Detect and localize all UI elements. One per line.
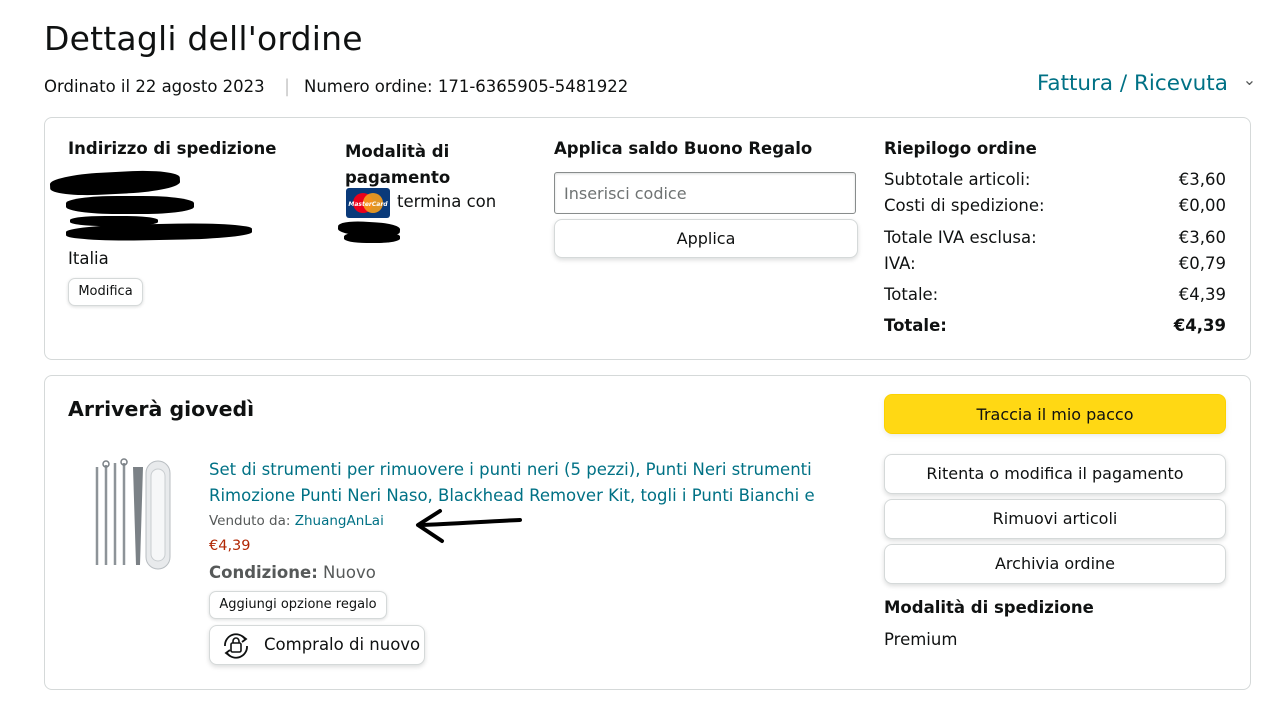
arrow-annotation-icon	[416, 509, 522, 543]
summary-row-value: €3,60	[1178, 170, 1226, 189]
product-title-link[interactable]: Set di strumenti per rimuovere i punti n…	[209, 457, 829, 509]
shipping-country: Italia	[68, 249, 109, 268]
mastercard-icon: MasterCard	[346, 188, 390, 218]
buy-again-icon[interactable]	[220, 631, 252, 675]
edit-address-button[interactable]: Modifica	[68, 278, 143, 306]
buy-again-label[interactable]: Compralo di nuovo	[264, 635, 420, 654]
product-condition: Condizione: Nuovo	[209, 563, 376, 582]
gift-option-button[interactable]: Aggiungi opzione regalo	[209, 591, 387, 619]
product-image[interactable]	[88, 455, 173, 573]
summary-row-label: Totale:	[884, 285, 939, 304]
sold-by: Venduto da: ZhuangAnLai	[209, 513, 384, 529]
payment-ending-text: termina con	[397, 192, 497, 211]
archive-order-button[interactable]: Archivia ordine	[884, 544, 1226, 584]
summary-row-value: €0,00	[1178, 196, 1226, 215]
summary-row: Totale: €4,39	[884, 285, 1226, 304]
summary-row-value: €4,39	[1178, 285, 1226, 304]
summary-row-value: €3,60	[1178, 228, 1226, 247]
summary-row-label: IVA:	[884, 254, 916, 273]
condition-label: Condizione:	[209, 563, 318, 582]
buy-again-button[interactable]: Compralo di nuovo	[209, 625, 425, 665]
summary-row-label: Subtotale articoli:	[884, 170, 1031, 189]
order-date: Ordinato il 22 agosto 2023	[44, 77, 265, 96]
summary-row: Totale IVA esclusa: €3,60	[884, 228, 1226, 247]
condition-value: Nuovo	[323, 563, 376, 582]
chevron-down-icon[interactable]: ⌄	[1243, 70, 1256, 89]
summary-row-value: €4,39	[1173, 316, 1226, 335]
shipping-address-heading: Indirizzo di spedizione	[68, 139, 277, 158]
product-price: €4,39	[209, 538, 251, 554]
header-divider: |	[284, 76, 291, 97]
delivery-method-value: Premium	[884, 630, 958, 649]
invoice-link[interactable]: Fattura / Ricevuta ⌄	[1037, 70, 1256, 96]
summary-row: IVA: €0,79	[884, 254, 1226, 273]
arrival-heading: Arriverà giovedì	[68, 397, 255, 421]
summary-heading: Riepilogo ordine	[884, 139, 1037, 158]
summary-row-label: Totale:	[884, 316, 947, 335]
product-title-line[interactable]: Set di strumenti per rimuovere i punti n…	[209, 457, 829, 483]
order-number: Numero ordine: 171-6365905-5481922	[304, 77, 629, 96]
gift-code-field[interactable]	[554, 172, 856, 214]
gift-card-heading: Applica saldo Buono Regalo	[554, 139, 813, 158]
payment-heading: Modalità di pagamento	[345, 142, 451, 187]
svg-text:MasterCard: MasterCard	[348, 201, 388, 208]
summary-row-label: Totale IVA esclusa:	[884, 228, 1037, 247]
summary-row-value: €0,79	[1178, 254, 1226, 273]
page-title: Dettagli dell'ordine	[44, 19, 363, 58]
seller-link[interactable]: ZhuangAnLai	[295, 513, 384, 529]
remove-items-button[interactable]: Rimuovi articoli	[884, 499, 1226, 539]
summary-grand-total: Totale: €4,39	[884, 316, 1226, 335]
retry-payment-button[interactable]: Ritenta o modifica il pagamento	[884, 454, 1226, 494]
summary-row-label: Costi di spedizione:	[884, 196, 1045, 215]
gift-code-input[interactable]	[555, 173, 855, 213]
sold-by-label: Venduto da:	[209, 513, 291, 529]
summary-row: Subtotale articoli: €3,60	[884, 170, 1226, 189]
apply-gift-button[interactable]: Applica	[554, 219, 858, 258]
track-package-button[interactable]: Traccia il mio pacco	[884, 394, 1226, 434]
delivery-method-heading: Modalità di spedizione	[884, 598, 1094, 617]
invoice-link-label[interactable]: Fattura / Ricevuta	[1037, 71, 1228, 96]
summary-row: Costi di spedizione: €0,00	[884, 196, 1226, 215]
